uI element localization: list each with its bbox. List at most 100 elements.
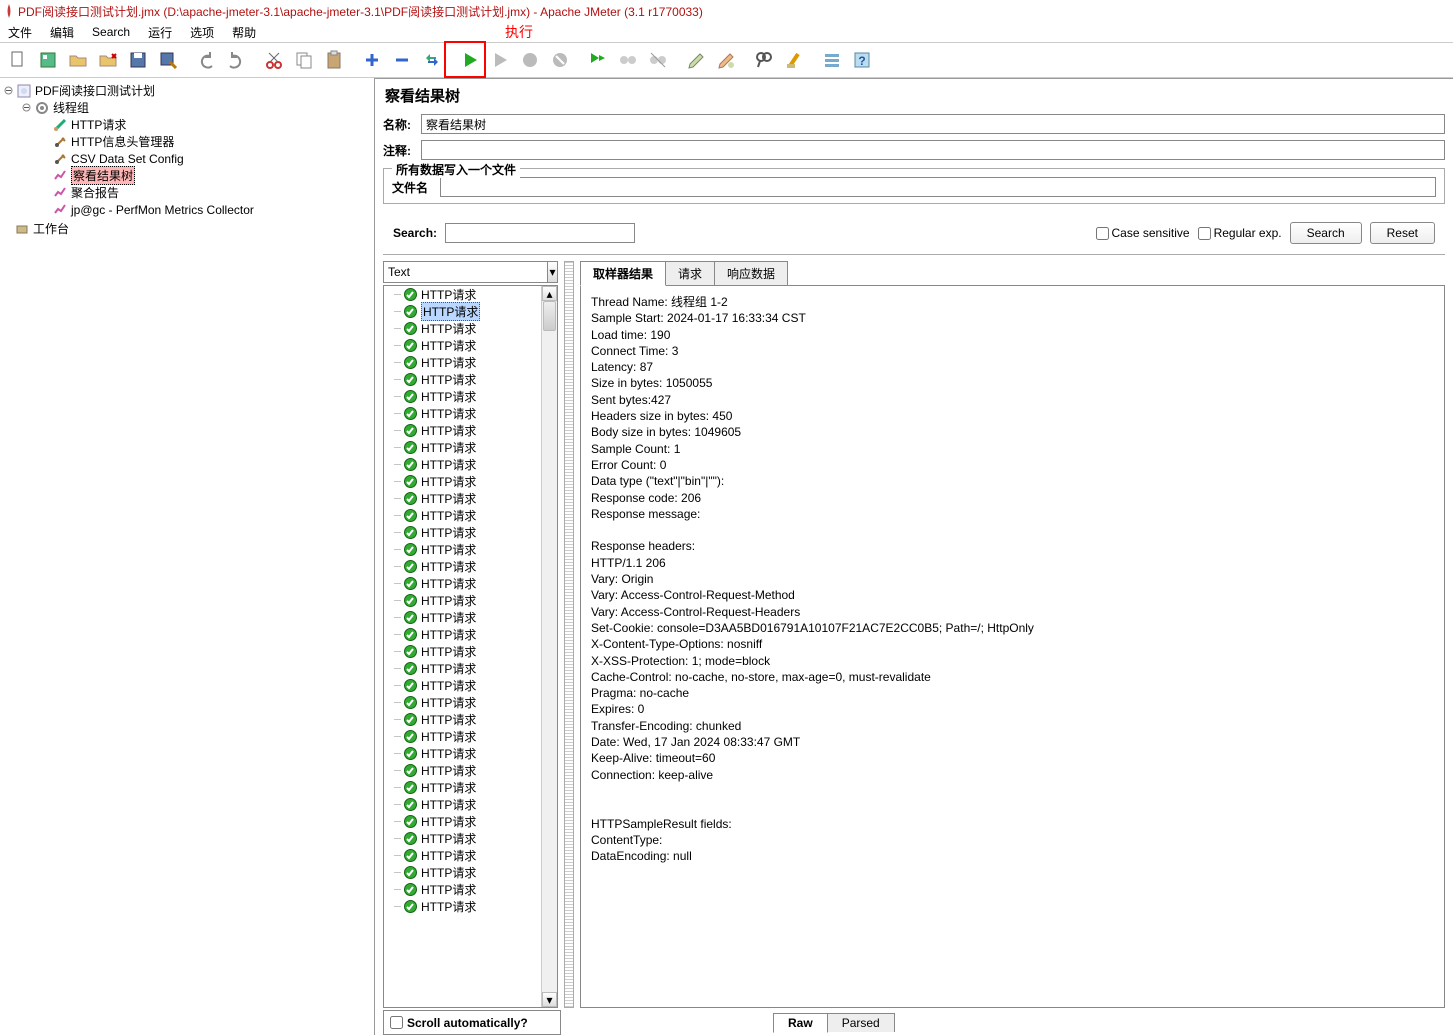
tree-testplan[interactable]: PDF阅读接口测试计划 [35, 82, 155, 99]
tab-sampler-result[interactable]: 取样器结果 [580, 261, 666, 286]
tab-request[interactable]: 请求 [665, 261, 715, 285]
filename-input[interactable] [440, 177, 1436, 197]
sample-row[interactable]: —HTTP请求 [384, 898, 541, 915]
sample-row[interactable]: —HTTP请求 [384, 507, 541, 524]
function-icon[interactable] [818, 46, 846, 74]
search-input[interactable] [445, 223, 635, 243]
expand-icon[interactable] [358, 46, 386, 74]
save-as-icon[interactable] [154, 46, 182, 74]
sample-row[interactable]: —HTTP请求 [384, 626, 541, 643]
regex-checkbox[interactable]: Regular exp. [1198, 226, 1282, 240]
sample-row[interactable]: —HTTP请求 [384, 405, 541, 422]
tree-item-http[interactable]: HTTP请求 [71, 116, 126, 133]
shutdown-icon[interactable] [546, 46, 574, 74]
tree-threadgroup[interactable]: 线程组 [53, 99, 89, 116]
sample-row[interactable]: —HTTP请求 [384, 286, 541, 303]
name-input[interactable] [421, 114, 1445, 134]
sample-row[interactable]: —HTTP请求 [384, 558, 541, 575]
tab-raw[interactable]: Raw [773, 1013, 828, 1033]
sample-row[interactable]: —HTTP请求 [384, 830, 541, 847]
sample-row[interactable]: —HTTP请求 [384, 796, 541, 813]
menu-search[interactable]: Search [92, 25, 130, 39]
run-notimer-icon[interactable] [486, 46, 514, 74]
menu-help[interactable]: 帮助 [232, 24, 256, 41]
remote-shutdown-icon[interactable] [644, 46, 672, 74]
toggle-icon[interactable] [22, 103, 31, 112]
sample-row[interactable]: —HTTP请求 [384, 592, 541, 609]
sample-row[interactable]: —HTTP请求 [384, 337, 541, 354]
tree-item-header[interactable]: HTTP信息头管理器 [71, 133, 174, 150]
reset-search-icon[interactable] [780, 46, 808, 74]
stop-icon[interactable] [516, 46, 544, 74]
auto-scroll-checkbox[interactable]: Scroll automatically? [383, 1010, 561, 1035]
reset-button[interactable]: Reset [1370, 222, 1435, 244]
tree-item-results[interactable]: 察看结果树 [71, 166, 135, 185]
tab-parsed[interactable]: Parsed [827, 1013, 895, 1032]
clear-all-icon[interactable] [712, 46, 740, 74]
clear-icon[interactable] [682, 46, 710, 74]
sample-row[interactable]: —HTTP请求 [384, 745, 541, 762]
close-icon[interactable] [94, 46, 122, 74]
tree-item-csv[interactable]: CSV Data Set Config [71, 152, 184, 166]
copy-icon[interactable] [290, 46, 318, 74]
sample-row[interactable]: —HTTP请求 [384, 541, 541, 558]
sample-row[interactable]: —HTTP请求 [384, 643, 541, 660]
chevron-down-icon[interactable]: ▾ [547, 262, 557, 282]
sample-row[interactable]: —HTTP请求 [384, 881, 541, 898]
sample-row[interactable]: —HTTP请求 [384, 320, 541, 337]
paste-icon[interactable] [320, 46, 348, 74]
sample-row[interactable]: —HTTP请求 [384, 354, 541, 371]
sample-row[interactable]: —HTTP请求 [384, 762, 541, 779]
menu-run[interactable]: 运行 [148, 24, 172, 41]
sample-row[interactable]: —HTTP请求 [384, 728, 541, 745]
sample-row[interactable]: —HTTP请求 [384, 575, 541, 592]
redo-icon[interactable] [222, 46, 250, 74]
save-icon[interactable] [124, 46, 152, 74]
sample-row[interactable]: —HTTP请求 [384, 779, 541, 796]
render-combo[interactable]: ▾ [383, 261, 558, 283]
undo-icon[interactable] [192, 46, 220, 74]
toggle-icon[interactable] [4, 86, 13, 95]
sample-row[interactable]: —HTTP请求 [384, 388, 541, 405]
tree-workbench[interactable]: 工作台 [33, 220, 69, 237]
remote-stop-icon[interactable] [614, 46, 642, 74]
sample-row[interactable]: —HTTP请求 [384, 524, 541, 541]
cut-icon[interactable] [260, 46, 288, 74]
scrollbar[interactable]: ▴▾ [541, 286, 557, 1007]
toggle-icon[interactable] [418, 46, 446, 74]
tree-pane[interactable]: PDF阅读接口测试计划 线程组 HTTP请求 HTTP信息头管理器 CSV Da… [0, 78, 375, 1035]
sample-row[interactable]: —HTTP请求 [384, 677, 541, 694]
help-icon[interactable]: ? [848, 46, 876, 74]
collapse-icon[interactable] [388, 46, 416, 74]
sample-row[interactable]: —HTTP请求 [384, 711, 541, 728]
sample-row[interactable]: —HTTP请求 [384, 813, 541, 830]
sample-row[interactable]: —HTTP请求 [384, 660, 541, 677]
comment-input[interactable] [421, 140, 1445, 160]
sample-row[interactable]: —HTTP请求 [384, 473, 541, 490]
sample-row[interactable]: —HTTP请求 [384, 847, 541, 864]
menu-options[interactable]: 选项 [190, 24, 214, 41]
sample-row[interactable]: —HTTP请求 [384, 422, 541, 439]
detail-body[interactable]: Thread Name: 线程组 1-2Sample Start: 2024-0… [580, 286, 1445, 1008]
menu-file[interactable]: 文件 [8, 24, 32, 41]
sample-row[interactable]: —HTTP请求 [384, 439, 541, 456]
run-icon[interactable] [456, 46, 484, 74]
sample-row[interactable]: —HTTP请求 [384, 371, 541, 388]
search-icon[interactable] [750, 46, 778, 74]
samples-list[interactable]: —HTTP请求—HTTP请求—HTTP请求—HTTP请求—HTTP请求—HTTP… [384, 286, 541, 1007]
search-button[interactable]: Search [1290, 222, 1362, 244]
new-icon[interactable] [4, 46, 32, 74]
sample-row[interactable]: —HTTP请求 [384, 609, 541, 626]
sample-row[interactable]: —HTTP请求 [384, 694, 541, 711]
case-sensitive-checkbox[interactable]: Case sensitive [1096, 226, 1190, 240]
tree-item-perfmon[interactable]: jp@gc - PerfMon Metrics Collector [71, 203, 254, 217]
sample-row[interactable]: —HTTP请求 [384, 490, 541, 507]
sample-row[interactable]: —HTTP请求 [384, 864, 541, 881]
splitter[interactable] [564, 261, 574, 1008]
remote-start-icon[interactable] [584, 46, 612, 74]
sample-row[interactable]: —HTTP请求 [384, 456, 541, 473]
tab-response[interactable]: 响应数据 [714, 261, 788, 285]
sample-row[interactable]: —HTTP请求 [384, 303, 541, 320]
menu-edit[interactable]: 编辑 [50, 24, 74, 41]
templates-icon[interactable] [34, 46, 62, 74]
